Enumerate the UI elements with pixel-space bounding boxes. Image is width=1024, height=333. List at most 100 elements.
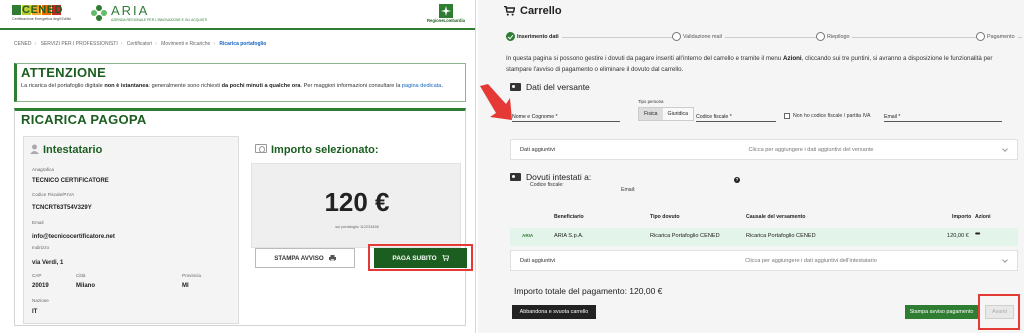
attention-text: La ricarica del portafoglio digitale non… (21, 83, 443, 89)
chevron-down-icon (1002, 146, 1008, 152)
pagina-dedicata-link[interactable]: pagina dedicata (402, 83, 442, 89)
breadcrumb-current: Ricarica portafoglio (219, 41, 267, 47)
cap-label: CAP (32, 273, 42, 278)
versante-dati-aggiuntivi[interactable]: Dati aggiuntivi Clicca per aggiungere i … (510, 139, 1018, 160)
indirizzo-value: via Verdi, 1 (32, 260, 64, 266)
tipo-persona-label: Tipo persona (638, 99, 664, 104)
col-azioni: Azioni (975, 214, 991, 220)
aria-row-logo: ARIA (522, 233, 534, 238)
col-causale: Causale del versamento (746, 214, 806, 220)
cart-icon (504, 6, 515, 16)
id-card-icon (510, 173, 521, 181)
breadcrumb-item[interactable]: Movimenti e Ricariche (161, 41, 210, 47)
carrello-intro-text: In questa pagina si possono gestire i do… (506, 55, 993, 73)
cf-value: TCNCRT63T54V329Y (32, 205, 92, 211)
col-tipo-dovuto: Tipo dovuto (650, 214, 680, 220)
carrello-page: Carrello Inserimento dati Validazione ma… (478, 0, 1024, 333)
importo-totale: Importo totale del pagamento: 120,00 € (514, 286, 663, 296)
breadcrumb-item[interactable]: CENED (14, 41, 32, 47)
email-label: Email (32, 220, 44, 225)
site-header: CENED Certificazione Energetica degli Ed… (0, 0, 475, 30)
intestatario-card: Intestatario Anagrafica TECNICO CERTIFIC… (23, 136, 239, 324)
abbandona-carrello-button[interactable]: Abbandona e svuota carrello (512, 305, 596, 319)
table-row: ARIA ARIA S.p.A. Ricarica Portafoglio CE… (510, 228, 1018, 246)
step-inserimento-dati: Inserimento dati (506, 32, 562, 41)
codice-fiscale-input[interactable]: Codice fiscale * (696, 114, 776, 122)
cened-logo[interactable]: CENED Certificazione Energetica degli Ed… (12, 4, 76, 25)
carrello-title: Carrello (504, 5, 562, 17)
breadcrumb: CENED › SERVIZI PER I PROFESSIONISTI › Cer… (14, 41, 267, 47)
no-cf-checkbox[interactable]: Non ho codice fiscale / partita IVA (784, 113, 870, 119)
intestatario-title: Intestatario (30, 144, 102, 156)
tipo-persona-toggle: Fisica Giuridica (638, 107, 695, 121)
intestatario-dati-aggiuntivi[interactable]: Dati aggiuntivi Clicca per aggiungere i … (510, 250, 1018, 271)
col-beneficiario: Beneficiario (554, 214, 584, 220)
importo-amount: 120 € (324, 187, 390, 217)
tipo-fisica-option[interactable]: Fisica (639, 108, 663, 120)
email-value: info@tecnicocertificatore.net (32, 234, 115, 240)
info-icon[interactable]: ? (734, 177, 740, 183)
ricarica-title: RICARICA PAGOPA (21, 112, 147, 127)
stampa-avviso-button[interactable]: STAMPA AVVISO (255, 248, 355, 268)
dati-aggiuntivi-hint: Clicca per aggiungere i dati aggiuntivi … (748, 147, 874, 153)
nazione-label: Nazione (32, 298, 49, 303)
step-pagamento: Pagamento (976, 32, 1018, 41)
attention-box: ATTENZIONE La ricarica del portafoglio d… (14, 63, 466, 102)
dati-aggiuntivi-label: Dati aggiuntivi (520, 147, 556, 153)
dati-aggiuntivi-label: Dati aggiuntivi (520, 258, 556, 264)
cell-tipo-dovuto: Ricarica Portafoglio CENED (650, 233, 720, 239)
citta-value: Milano (76, 283, 95, 289)
cart-icon (441, 255, 449, 261)
email-input[interactable]: Email * (884, 114, 1002, 122)
ricarica-pagopa-panel: RICARICA PAGOPA Intestatario Anagrafica … (14, 108, 473, 326)
regione-label: RegioneLombardia (427, 18, 465, 23)
tipo-giuridica-option[interactable]: Giuridica (662, 108, 694, 120)
banknote-icon (255, 144, 267, 153)
versante-title: Dati del versante (510, 82, 590, 92)
provincia-value: MI (182, 283, 189, 289)
breadcrumb-item[interactable]: Certificatori (127, 41, 152, 47)
step-validazione-mail: Validazione mail (672, 32, 725, 41)
stampa-avviso-pagamento-button[interactable]: Stampa avviso pagamento (905, 305, 978, 319)
col-importo: Importo (952, 214, 972, 220)
user-icon (30, 144, 39, 154)
chevron-down-icon (1002, 257, 1008, 263)
aria-logo-text: ARIA (111, 3, 150, 18)
aria-flower-icon (91, 5, 107, 21)
dovuti-cf-label: Codice fiscale: (530, 182, 564, 188)
anagrafica-label: Anagrafica (32, 167, 54, 172)
red-arrow-icon (480, 84, 512, 120)
cell-beneficiario: ARIA S.p.A. (554, 233, 584, 239)
nazione-value: IT (32, 309, 38, 315)
nome-cognome-input[interactable]: Nome e Cognome * (512, 114, 620, 122)
importo-title: Importo selezionato: (255, 144, 379, 156)
checkout-stepper: Inserimento dati Validazione mail Riepil… (506, 32, 1022, 44)
dovuti-title: Dovuti intestati a: (510, 172, 591, 182)
ricarica-portafoglio-page: CENED Certificazione Energetica degli Ed… (0, 0, 476, 333)
importo-box: 120 € sul portafoglio 112233456 (251, 163, 461, 248)
azioni-menu-icon[interactable]: ••• (975, 231, 980, 238)
cap-value: 20019 (32, 283, 49, 289)
breadcrumb-item[interactable]: SERVIZI PER I PROFESSIONISTI (41, 41, 118, 47)
step-riepilogo: Riepilogo (816, 32, 853, 41)
cened-tagline: Certificazione Energetica degli Edifici (12, 17, 72, 21)
dati-aggiuntivi-hint: Clicca per aggiungere i dati aggiuntivi … (745, 258, 877, 264)
cf-label: Codice Fiscale/P.IVA (32, 192, 75, 197)
cell-causale: Ricarica Portafoglio CENED (746, 233, 816, 239)
regione-lombardia-logo[interactable]: RegioneLombardia (426, 4, 466, 23)
aria-logo[interactable]: ARIA AZIENDA REGIONALE PER L'INNOVAZIONE… (90, 3, 207, 26)
indirizzo-label: Indirizzo (32, 245, 50, 250)
cened-logo-text: CENED (22, 4, 64, 16)
attention-title: ATTENZIONE (21, 65, 107, 80)
checkbox-box[interactable] (784, 113, 790, 119)
provincia-label: Provincia (182, 273, 201, 278)
importo-card: Importo selezionato: 120 € sul portafogl… (251, 136, 461, 260)
anagrafica-value: TECNICO CERTIFICATORE (32, 178, 109, 184)
importo-portafoglio: sul portafoglio 112233456 (335, 225, 379, 229)
cell-importo: 120,00 € (947, 233, 969, 239)
citta-label: Città (76, 273, 86, 278)
avanti-button[interactable]: Avanti (985, 305, 1014, 319)
aria-tagline: AZIENDA REGIONALE PER L'INNOVAZIONE E GL… (111, 18, 208, 22)
paga-subito-button[interactable]: PAGA SUBITO (374, 248, 467, 268)
dovuti-email-label: Email: (621, 187, 636, 193)
